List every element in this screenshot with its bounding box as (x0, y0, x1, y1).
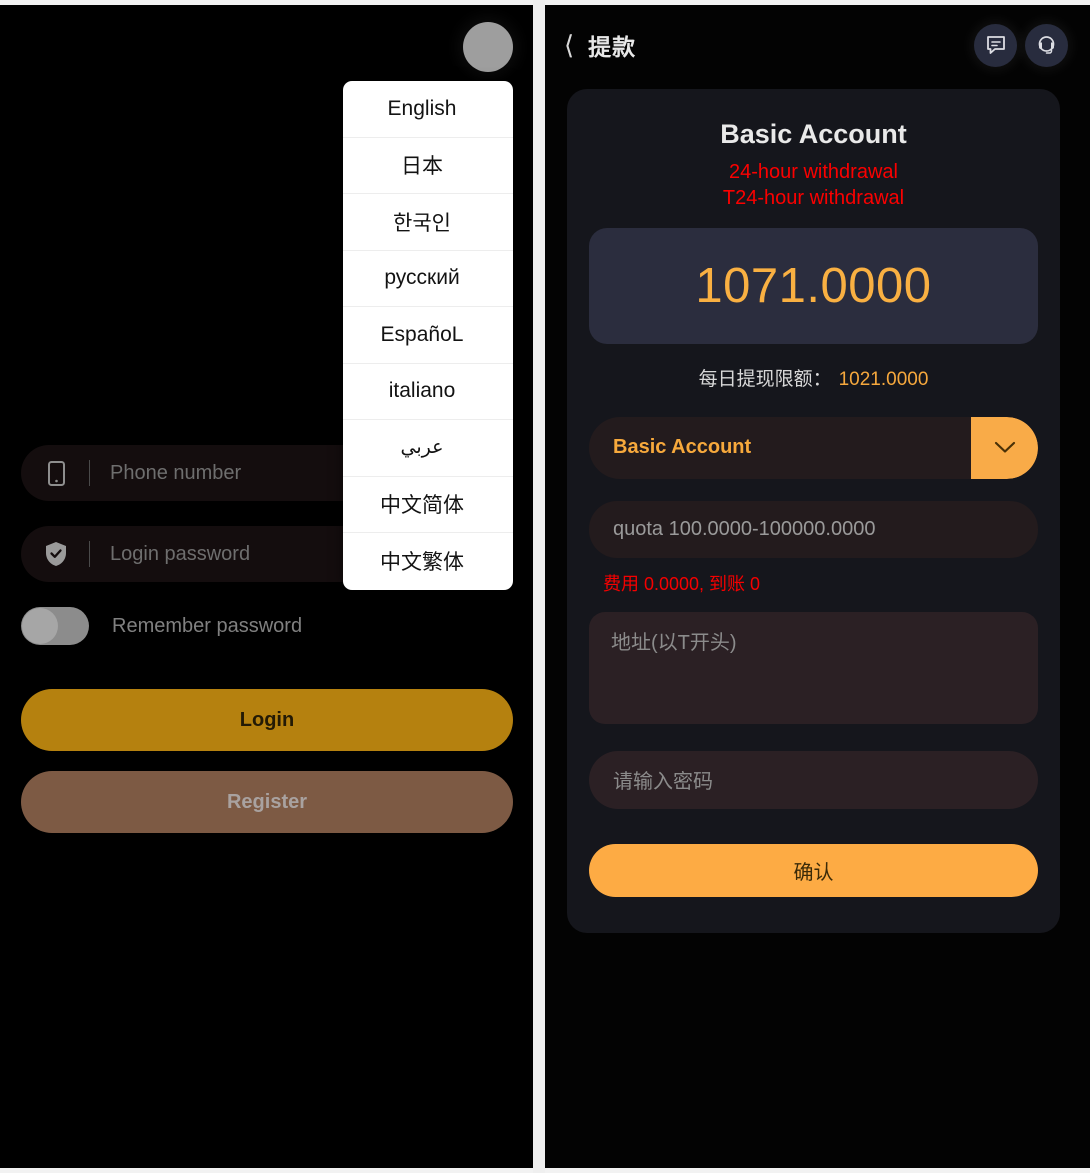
language-option-italian[interactable]: italiano (343, 364, 513, 420)
language-option-chinese-traditional[interactable]: 中文繁体 (343, 533, 513, 590)
field-divider (89, 541, 90, 567)
language-option-russian[interactable]: русский (343, 251, 513, 307)
withdrawal-panel: ⟨ 提款 Basic Account 24-hour withdrawal T2… (545, 5, 1090, 1168)
daily-limit-value: 1021.0000 (838, 368, 929, 390)
chat-bubble-icon[interactable] (974, 23, 1017, 67)
withdrawal-header: ⟨ 提款 (545, 5, 1090, 85)
bottom-margin-strip (0, 1168, 1090, 1173)
remember-password-row[interactable]: Remember password (21, 607, 513, 645)
account-type-select[interactable]: Basic Account (589, 416, 1038, 479)
address-textarea-placeholder: 地址(以T开头) (611, 631, 737, 654)
address-textarea[interactable]: 地址(以T开头) (589, 611, 1038, 724)
language-option-chinese-simplified[interactable]: 中文简体 (343, 477, 513, 533)
amount-input[interactable]: quota 100.0000-100000.0000 (589, 500, 1038, 558)
withdrawal-note-line-1: 24-hour withdrawal (729, 161, 898, 183)
panel-divider (533, 0, 545, 1173)
header-actions (974, 23, 1068, 67)
language-option-spanish[interactable]: EspañoL (343, 307, 513, 364)
withdrawal-note-line-2: T24-hour withdrawal (722, 187, 905, 210)
daily-limit-label: 每日提现限额： (698, 368, 832, 390)
app-root: English 日本 한국인 русский EspañoL italiano … (0, 0, 1090, 1173)
password-input-placeholder: Login password (110, 542, 251, 565)
register-button[interactable]: Register (21, 771, 513, 833)
fee-info-text: 费用 0.0000, 到账 0 (603, 573, 761, 594)
balance-amount: 1071.0000 (695, 258, 932, 313)
language-option-japanese[interactable]: 日本 (343, 138, 513, 194)
withdrawal-card: Basic Account 24-hour withdrawal T24-hou… (567, 89, 1060, 933)
amount-input-placeholder: quota 100.0000-100000.0000 (613, 517, 876, 540)
page-title: 提款 (588, 34, 637, 60)
phone-icon (43, 460, 69, 486)
login-panel: English 日本 한국인 русский EspañoL italiano … (0, 5, 533, 1168)
chevron-left-icon[interactable]: ⟨ (564, 32, 574, 58)
account-type-select-value: Basic Account (613, 436, 752, 459)
avatar[interactable] (463, 22, 513, 72)
language-dropdown-menu[interactable]: English 日本 한국인 русский EspañoL italiano … (343, 81, 513, 590)
toggle-knob (22, 608, 58, 644)
daily-limit-row: 每日提现限额： 1021.0000 (589, 364, 1038, 391)
withdrawal-password-placeholder: 请输入密码 (613, 771, 713, 794)
phone-input-placeholder: Phone number (110, 461, 242, 484)
language-option-korean[interactable]: 한국인 (343, 194, 513, 251)
chevron-down-icon[interactable] (971, 416, 1038, 479)
headset-support-icon[interactable] (1025, 23, 1068, 67)
remember-password-label: Remember password (112, 614, 303, 637)
remember-password-toggle[interactable] (21, 607, 89, 645)
withdrawal-password-input[interactable]: 请输入密码 (589, 750, 1038, 809)
account-title: Basic Account (720, 119, 907, 149)
shield-check-icon (43, 541, 69, 567)
language-option-arabic[interactable]: عربي (343, 420, 513, 477)
language-option-english[interactable]: English (343, 81, 513, 138)
login-button[interactable]: Login (21, 689, 513, 751)
balance-display: 1071.0000 (589, 227, 1038, 344)
field-divider (89, 460, 90, 486)
confirm-button[interactable]: 确认 (589, 843, 1038, 897)
